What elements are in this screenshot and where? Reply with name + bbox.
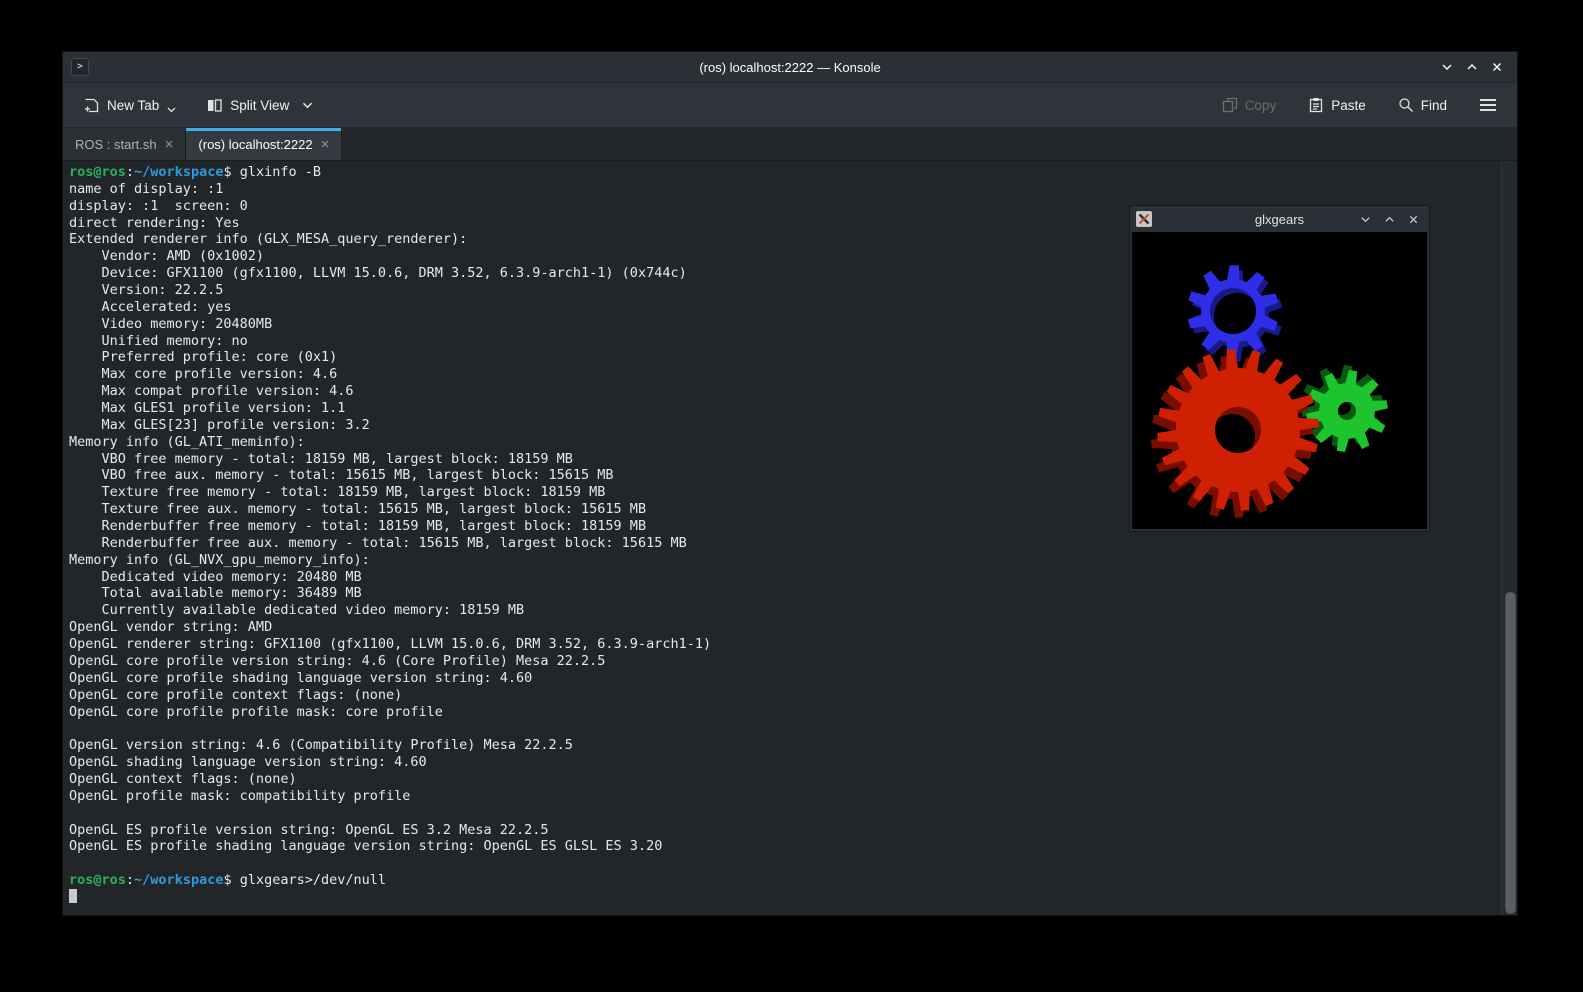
glxgears-titlebar[interactable]: glxgears xyxy=(1130,206,1429,232)
desktop: > (ros) localhost:2222 — Konsole xyxy=(0,0,1583,992)
glxgears-canvas xyxy=(1132,232,1427,529)
gears-graphic xyxy=(1132,232,1427,529)
hamburger-icon xyxy=(1479,98,1497,112)
blue-gear xyxy=(1188,265,1278,357)
new-tab-button[interactable]: New Tab xyxy=(75,91,184,120)
glxgears-maximize-button[interactable] xyxy=(1381,211,1397,227)
scrollbar-thumb[interactable] xyxy=(1505,592,1516,914)
new-tab-label: New Tab xyxy=(107,98,159,113)
find-button[interactable]: Find xyxy=(1390,91,1455,119)
konsole-titlebar[interactable]: > (ros) localhost:2222 — Konsole xyxy=(63,52,1517,83)
toolbar-left-group: New Tab Split View xyxy=(75,91,321,120)
tab-close-icon[interactable]: × xyxy=(321,137,330,152)
tab-ros-start-sh[interactable]: ROS : start.sh × xyxy=(63,128,186,160)
menu-button[interactable] xyxy=(1471,92,1505,118)
split-view-button[interactable]: Split View xyxy=(198,91,321,120)
window-controls xyxy=(1439,59,1517,75)
close-icon xyxy=(1408,214,1419,225)
chevron-down-icon xyxy=(302,102,313,109)
konsole-toolbar: New Tab Split View Copy xyxy=(63,83,1517,128)
tab-label: ROS : start.sh xyxy=(75,137,157,152)
minimize-button[interactable] xyxy=(1439,59,1455,75)
glxgears-close-button[interactable] xyxy=(1405,211,1421,227)
green-gear xyxy=(1306,370,1388,452)
chevron-up-icon xyxy=(1466,61,1478,73)
close-button[interactable] xyxy=(1489,59,1505,75)
copy-button[interactable]: Copy xyxy=(1214,91,1285,119)
paste-icon xyxy=(1308,97,1324,113)
split-view-label: Split View xyxy=(230,98,289,113)
tab-bar: ROS : start.sh × (ros) localhost:2222 × xyxy=(63,128,1517,161)
toolbar-right-group: Copy Paste Find xyxy=(1214,91,1505,119)
new-tab-icon xyxy=(83,97,100,114)
maximize-button[interactable] xyxy=(1464,59,1480,75)
chevron-down-icon xyxy=(1360,214,1371,225)
chevron-up-icon xyxy=(1384,214,1395,225)
chevron-down-icon xyxy=(167,107,176,113)
copy-icon xyxy=(1222,97,1238,113)
close-icon xyxy=(1491,61,1503,73)
terminal-cursor xyxy=(69,889,77,903)
tab-label: (ros) localhost:2222 xyxy=(198,137,312,152)
glxgears-minimize-button[interactable] xyxy=(1357,211,1373,227)
split-view-icon xyxy=(206,97,223,114)
glxgears-window: glxgears xyxy=(1130,206,1429,531)
tab-ros-localhost-2222[interactable]: (ros) localhost:2222 × xyxy=(186,128,342,160)
copy-label: Copy xyxy=(1245,98,1277,113)
find-label: Find xyxy=(1421,98,1447,113)
paste-label: Paste xyxy=(1331,98,1366,113)
tab-close-icon[interactable]: × xyxy=(165,137,174,152)
terminal-scrollbar[interactable] xyxy=(1501,161,1517,915)
paste-button[interactable]: Paste xyxy=(1300,91,1374,119)
chevron-down-icon xyxy=(1441,61,1453,73)
glxgears-window-controls xyxy=(1357,211,1429,227)
search-icon xyxy=(1398,97,1414,113)
window-title: (ros) localhost:2222 — Konsole xyxy=(63,60,1517,75)
